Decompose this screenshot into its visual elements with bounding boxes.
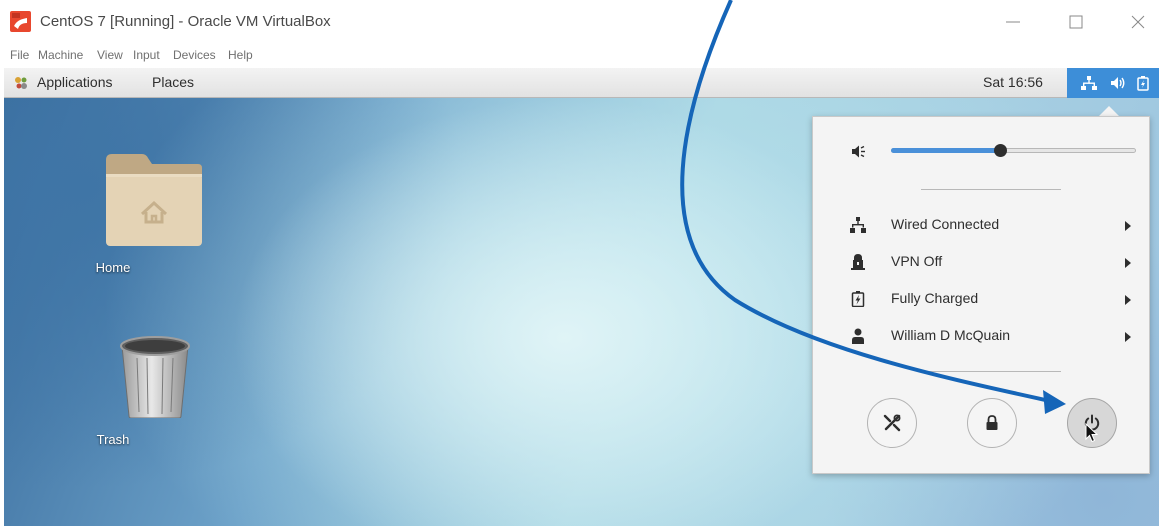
chevron-right-icon: [1125, 258, 1131, 268]
menu-row-vpn[interactable]: VPN Off: [813, 244, 1151, 280]
lock-icon: [986, 415, 998, 430]
menu-row-battery[interactable]: Fully Charged: [813, 281, 1151, 317]
system-status-area[interactable]: [1067, 68, 1159, 98]
network-wired-icon: [1081, 76, 1097, 90]
applications-icon: [15, 77, 27, 89]
menu-bar: File Machine View Input Devices Help: [0, 46, 600, 66]
speaker-icon: [1111, 77, 1125, 89]
menu-row-vpn-label: VPN Off: [891, 253, 943, 269]
menu-input[interactable]: Input: [133, 48, 160, 62]
trash-icon: [120, 336, 190, 418]
volume-slider-fill: [891, 148, 1001, 153]
separator: [921, 189, 1061, 190]
system-menu: Wired Connected VPN Off Fully Charged Wi…: [812, 116, 1150, 474]
speaker-icon: [852, 145, 865, 158]
menu-row-wired[interactable]: Wired Connected: [813, 207, 1151, 243]
user-icon: [852, 328, 864, 344]
desktop-home[interactable]: Home: [53, 148, 202, 278]
menu-devices[interactable]: Devices: [173, 48, 216, 62]
settings-button[interactable]: [867, 398, 917, 448]
chevron-right-icon: [1125, 295, 1131, 305]
close-icon: [1131, 15, 1145, 29]
desktop-home-label: Home: [95, 260, 131, 275]
volume-slider-knob[interactable]: [994, 144, 1007, 157]
menu-row-user[interactable]: William D McQuain: [813, 318, 1151, 354]
chevron-right-icon: [1125, 221, 1131, 231]
menu-machine[interactable]: Machine: [38, 48, 83, 62]
home-folder-icon: [106, 154, 202, 246]
desktop-trash-label: Trash: [96, 432, 130, 447]
minimize-button[interactable]: [995, 8, 1031, 36]
close-button[interactable]: [1120, 8, 1156, 36]
maximize-button[interactable]: [1058, 8, 1094, 36]
places-menu[interactable]: Places: [152, 74, 194, 90]
minimize-icon: [1006, 21, 1020, 23]
battery-icon: [851, 291, 865, 307]
title-bar: CentOS 7 [Running] - Oracle VM VirtualBo…: [0, 0, 1159, 44]
window-title: CentOS 7 [Running] - Oracle VM VirtualBo…: [40, 13, 331, 30]
menu-row-user-label: William D McQuain: [891, 327, 1011, 343]
menu-file[interactable]: File: [10, 48, 29, 62]
lock-button[interactable]: [967, 398, 1017, 448]
virtualbox-app-icon: [10, 11, 31, 32]
gnome-top-bar: Applications Places Sat 16:56: [4, 68, 1159, 98]
clock[interactable]: Sat 16:56: [983, 74, 1043, 90]
volume-slider[interactable]: [891, 142, 1136, 158]
battery-icon: [1137, 76, 1149, 91]
virtualbox-window: CentOS 7 [Running] - Oracle VM VirtualBo…: [0, 0, 1159, 526]
maximize-icon: [1069, 15, 1083, 29]
applications-menu[interactable]: Applications: [37, 74, 113, 90]
menu-view[interactable]: View: [97, 48, 123, 62]
separator: [921, 371, 1061, 372]
settings-tools-icon: [883, 414, 901, 432]
vm-screen[interactable]: Applications Places Sat 16:56 Home Trash…: [4, 68, 1159, 526]
mouse-cursor-icon: [1085, 423, 1099, 443]
chevron-right-icon: [1125, 332, 1131, 342]
vpn-lock-icon: [851, 254, 865, 270]
menu-row-wired-label: Wired Connected: [891, 216, 1000, 232]
menu-help[interactable]: Help: [228, 48, 253, 62]
network-wired-icon: [850, 217, 866, 233]
menu-row-battery-label: Fully Charged: [891, 290, 979, 306]
desktop-trash[interactable]: Trash: [53, 326, 190, 456]
